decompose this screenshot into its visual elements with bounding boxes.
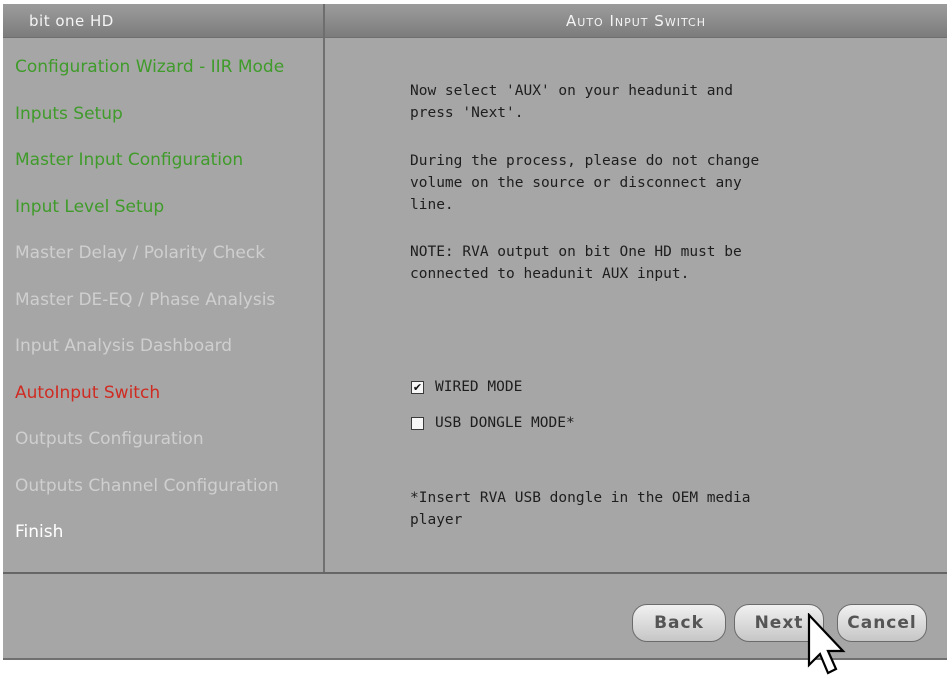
- sidebar-item-inputs-setup[interactable]: Inputs Setup: [15, 104, 123, 124]
- window-bottom-edge: [3, 658, 947, 660]
- warning-text: During the process, please do not change…: [410, 153, 760, 213]
- sidebar-item-master-input-configuration[interactable]: Master Input Configuration: [15, 150, 243, 170]
- sidebar-item-autoinput-switch: AutoInput Switch: [15, 383, 161, 403]
- mouse-pointer-icon: [807, 613, 846, 675]
- sidebar-item-input-analysis-dashboard: Input Analysis Dashboard: [15, 336, 233, 356]
- sidebar-item-finish: Finish: [15, 522, 64, 542]
- wired-mode-label[interactable]: WIRED MODE: [435, 379, 522, 395]
- footnote-text: *Insert RVA USB dongle in the OEM media …: [410, 490, 751, 528]
- sidebar-item-outputs-configuration: Outputs Configuration: [15, 429, 204, 449]
- page-title: Auto Input Switch: [325, 4, 947, 37]
- sidebar-item-input-level-setup[interactable]: Input Level Setup: [15, 197, 164, 217]
- sidebar-item-configuration-wizard[interactable]: Configuration Wizard - IIR Mode: [15, 57, 284, 77]
- usb-dongle-mode-checkbox[interactable]: [411, 416, 424, 430]
- usb-dongle-mode-option[interactable]: USB DONGLE MODE*: [411, 415, 575, 431]
- step-content: Now select 'AUX' on your headunit and pr…: [325, 38, 947, 572]
- sidebar-item-master-delay-polarity: Master Delay / Polarity Check: [15, 243, 266, 263]
- wizard-footer: Back Next Cancel: [3, 574, 947, 660]
- sidebar-item-master-de-eq: Master DE-EQ / Phase Analysis: [15, 290, 276, 310]
- note-text: NOTE: RVA output on bit One HD must be c…: [410, 244, 742, 282]
- wired-mode-option[interactable]: ✔ WIRED MODE: [411, 379, 522, 395]
- app-title: bit one HD: [3, 4, 323, 37]
- usb-dongle-mode-label[interactable]: USB DONGLE MODE*: [435, 415, 575, 431]
- back-button[interactable]: Back: [632, 604, 726, 642]
- cancel-button[interactable]: Cancel: [837, 604, 927, 642]
- wired-mode-checkbox[interactable]: ✔: [411, 380, 424, 394]
- instruction-text: Now select 'AUX' on your headunit and pr…: [410, 83, 734, 121]
- wizard-window: bit one HD Auto Input Switch Configurati…: [3, 4, 947, 660]
- wizard-steps-sidebar: Configuration Wizard - IIR Mode Inputs S…: [3, 38, 323, 572]
- sidebar-item-outputs-channel-configuration: Outputs Channel Configuration: [15, 476, 279, 496]
